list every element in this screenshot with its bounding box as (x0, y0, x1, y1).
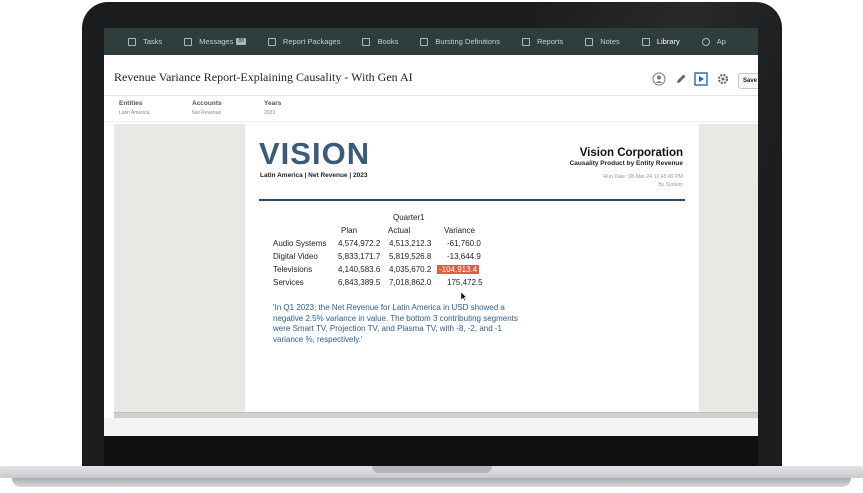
header-rule (259, 199, 685, 201)
cell-variance-highlighted: -104,913.4 (437, 265, 480, 274)
page-title: Revenue Variance Report-Explaining Causa… (114, 70, 413, 84)
cell-actual: 4,513,212.3 (389, 239, 432, 248)
cell-plan: 4,574,972.2 (338, 239, 381, 248)
gear-icon (701, 37, 710, 46)
pov-accounts[interactable]: Accounts Net Revenue (192, 100, 222, 116)
cell-actual: 5,819,526.8 (389, 252, 432, 261)
row-name: Televisions (273, 265, 313, 274)
cell-plan: 4,140,583.6 (338, 265, 381, 274)
messages-badge: 88 (236, 38, 246, 45)
gear-icon[interactable] (716, 72, 730, 86)
nav-books[interactable]: Books (351, 28, 409, 55)
pov-label: Accounts (192, 100, 222, 107)
row-name: Services (273, 278, 304, 287)
column-header-actual: Actual (388, 226, 411, 235)
company-name: Vision Corporation (579, 147, 683, 159)
pov-entities[interactable]: Entities Latin America (119, 100, 149, 116)
pov-years[interactable]: Years 2023 (264, 100, 281, 116)
nav-label: Bursting Definitions (435, 37, 500, 46)
nav-library[interactable]: Library (631, 28, 691, 55)
cell-actual: 7,018,862.0 (389, 278, 432, 287)
cell-plan: 6,843,389.5 (338, 278, 381, 287)
vision-logo: VISION (259, 136, 371, 171)
report-context: Latin America | Net Revenue | 2023 (260, 172, 368, 179)
bursting-icon (420, 37, 429, 46)
report-canvas: VISION Latin America | Net Revenue | 202… (114, 124, 758, 412)
nav-tasks[interactable]: Tasks (104, 28, 173, 55)
nav-notes[interactable]: Notes (574, 28, 631, 55)
cell-variance: -61,760.0 (447, 239, 481, 248)
column-header-plan: Plan (341, 226, 358, 235)
pov-value: Latin America (119, 110, 150, 116)
top-nav: Tasks Messages 88 Report Packages Books … (104, 28, 758, 55)
laptop-base-edge (12, 478, 851, 487)
laptop-bezel-chin (104, 436, 758, 466)
nav-report-packages[interactable]: Report Packages (257, 28, 352, 55)
report-packages-icon (267, 37, 276, 46)
pov-value: 2023 (264, 110, 276, 116)
pov-label: Years (264, 100, 282, 107)
nav-label: Reports (536, 37, 564, 46)
table-row: Services 6,843,389.5 7,018,862.0 175,472… (273, 278, 493, 290)
report-subtitle: Causality Product by Entity Revenue (569, 160, 683, 167)
cell-variance: 175,472.5 (447, 278, 483, 287)
report-page: VISION Latin America | Net Revenue | 202… (245, 124, 699, 412)
run-date: Run Date: 08-Mar-24 12:45:49 PM (603, 174, 683, 180)
nav-label: Notes (600, 37, 620, 46)
table-row: Televisions 4,140,583.6 4,035,670.2 -104… (273, 265, 493, 277)
nav-label: Report Packages (282, 37, 341, 46)
nav-label: Ap (716, 37, 726, 46)
quarter-header: Quarter1 (393, 213, 425, 222)
save-button[interactable]: Save (738, 73, 758, 89)
edit-icon[interactable] (674, 72, 688, 86)
row-name: Audio Systems (273, 239, 327, 248)
gen-ai-insight: 'In Q1 2023, the Net Revenue for Latin A… (273, 303, 518, 344)
nav-label: Books (377, 37, 399, 46)
row-name: Digital Video (273, 252, 318, 261)
nav-bursting-definitions[interactable]: Bursting Definitions (409, 28, 511, 55)
nav-app[interactable]: Ap (691, 28, 737, 55)
pov-bar: Entities Latin America Accounts Net Reve… (104, 96, 758, 122)
nav-label: Messages (199, 37, 234, 46)
notes-icon (585, 37, 594, 46)
pov-value: Net Revenue (192, 110, 222, 116)
table-row: Audio Systems 4,574,972.2 4,513,212.3 -6… (273, 239, 493, 251)
mouse-cursor-icon (461, 292, 467, 301)
column-header-variance: Variance (444, 226, 475, 235)
tasks-icon (128, 37, 136, 46)
cell-plan: 5,833,171.7 (338, 252, 381, 261)
pov-label: Entities (119, 100, 143, 107)
library-icon (641, 37, 650, 46)
laptop-notch (372, 466, 492, 473)
people-icon[interactable] (652, 72, 666, 86)
screen: Tasks Messages 88 Report Packages Books … (104, 28, 758, 436)
nav-label: Library (656, 37, 680, 46)
nav-reports[interactable]: Reports (511, 28, 574, 55)
run-by: By System (658, 182, 683, 188)
messages-icon (184, 37, 193, 46)
nav-messages[interactable]: Messages 88 (173, 28, 257, 55)
footer-area (104, 418, 758, 436)
reports-icon (521, 37, 530, 46)
cell-actual: 4,035,670.2 (389, 265, 432, 274)
nav-label: Tasks (143, 37, 163, 46)
books-icon (362, 37, 371, 46)
table-row: Digital Video 5,833,171.7 5,819,526.8 -1… (273, 252, 493, 264)
cell-variance: -13,644.9 (447, 252, 481, 261)
run-icon[interactable] (694, 72, 708, 86)
